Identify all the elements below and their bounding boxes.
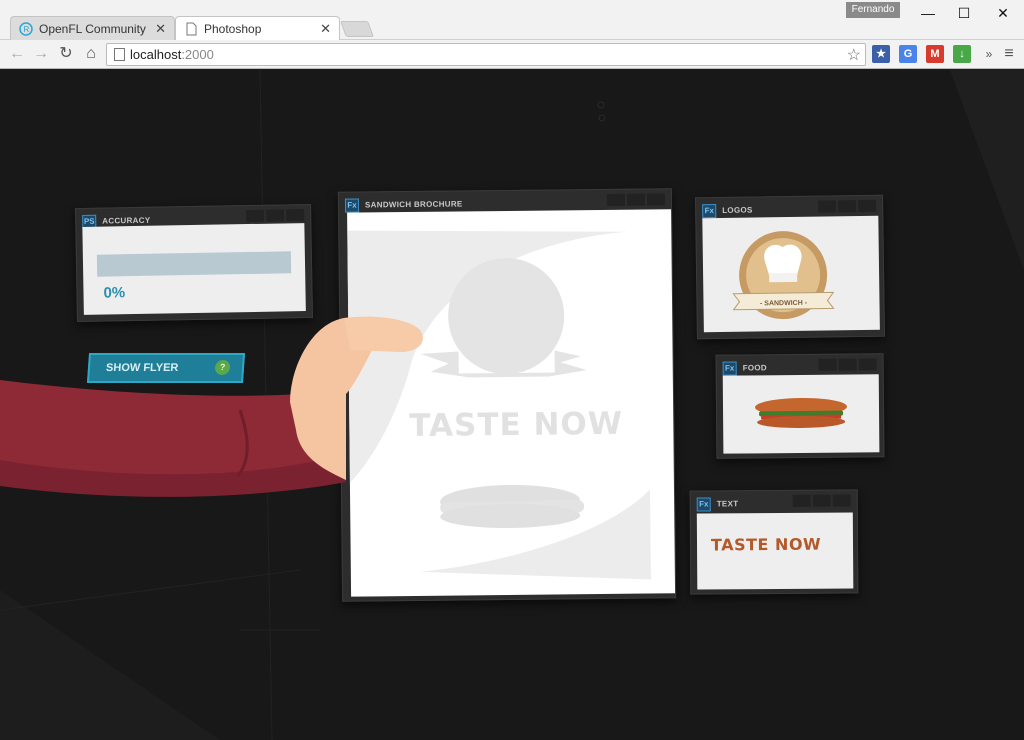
text-panel[interactable]: Fx TEXT TASTE NOW [689, 489, 859, 595]
accuracy-panel[interactable]: PS ACCURACY 0% [75, 203, 313, 323]
maximize-icon[interactable]: ☐ [952, 4, 976, 22]
text-body: TASTE NOW [696, 512, 854, 590]
brochure-headline: TASTE NOW [409, 405, 624, 445]
logo-text: - SANDWICH - [760, 300, 808, 308]
fx-badge-icon: Fx [696, 497, 711, 512]
reload-icon[interactable]: ↻ [55, 43, 77, 65]
sandwich-logo-icon: - SANDWICH - [732, 231, 835, 320]
minimize-icon[interactable]: — [916, 4, 940, 22]
new-tab-button[interactable] [340, 21, 374, 37]
window-close-icon[interactable]: ✕ [991, 4, 1015, 22]
browser-titlebar: R OpenFL Community ✕ Photoshop ✕ Fernand… [0, 0, 1024, 41]
download-extension-icon[interactable]: ↓ [953, 45, 971, 63]
panel-tabs [818, 358, 877, 371]
more-extensions-icon[interactable]: » [978, 43, 1000, 65]
tab-label: Photoshop [204, 22, 262, 36]
close-icon[interactable]: ✕ [155, 17, 166, 41]
page-icon [186, 22, 197, 36]
address-bar[interactable]: localhost:2000 ☆ [106, 43, 866, 66]
browser-toolbar: ← → ↻ ⌂ localhost:2000 ☆ ★ G M ↓ » ≡ [0, 40, 1024, 69]
panel-title: SANDWICH BROCHURE [364, 199, 463, 210]
tab-label: OpenFL Community [39, 22, 146, 36]
home-icon[interactable]: ⌂ [80, 43, 102, 65]
profile-button[interactable]: Fernando [846, 2, 900, 18]
bookmark-star-icon[interactable]: ☆ [847, 45, 861, 65]
fx-badge-icon: Fx [702, 204, 717, 219]
openfl-icon: R [19, 22, 33, 36]
panel-tabs [246, 209, 305, 223]
tab-photoshop[interactable]: Photoshop ✕ [175, 16, 340, 41]
gmail-icon[interactable]: M [926, 45, 944, 63]
back-arrow-icon[interactable]: ← [6, 43, 28, 65]
panel-title: TEXT [716, 499, 739, 509]
logos-body: - SANDWICH - [702, 215, 880, 333]
logos-panel[interactable]: Fx LOGOS - SANDWICH - [695, 194, 885, 340]
translate-icon[interactable]: G [899, 45, 917, 63]
forward-arrow-icon[interactable]: → [30, 43, 52, 65]
panel-title: FOOD [742, 363, 768, 373]
panel-title: ACCURACY [102, 215, 151, 226]
game-stage[interactable]: PS ACCURACY 0% SHOW FLYER ? Fx SANDWICH … [0, 70, 1024, 740]
accuracy-progress-bar [96, 251, 292, 277]
accuracy-body: 0% [82, 223, 306, 315]
fx-badge-icon: Fx [722, 361, 737, 376]
panel-tabs [792, 494, 851, 507]
food-panel[interactable]: Fx FOOD [715, 353, 885, 459]
page-icon [114, 48, 125, 61]
tab-openfl-community[interactable]: R OpenFL Community ✕ [10, 16, 175, 40]
close-icon[interactable]: ✕ [320, 17, 331, 41]
hand-arm-illustration [0, 316, 423, 497]
bookmark-manager-icon[interactable]: ★ [872, 45, 890, 63]
text-sample: TASTE NOW [710, 534, 822, 555]
fx-badge-icon: Fx [344, 198, 360, 213]
menu-icon[interactable]: ≡ [998, 43, 1020, 65]
food-body [722, 374, 880, 454]
url-text: localhost:2000 [130, 47, 214, 62]
panel-tabs [606, 193, 666, 206]
panel-tabs [818, 199, 877, 213]
svg-text:R: R [24, 25, 30, 34]
accuracy-value: 0% [103, 284, 126, 302]
panel-title: LOGOS [722, 205, 753, 215]
panel-header: Fx TEXT [696, 494, 851, 513]
sandwich-food-icon [755, 397, 848, 429]
